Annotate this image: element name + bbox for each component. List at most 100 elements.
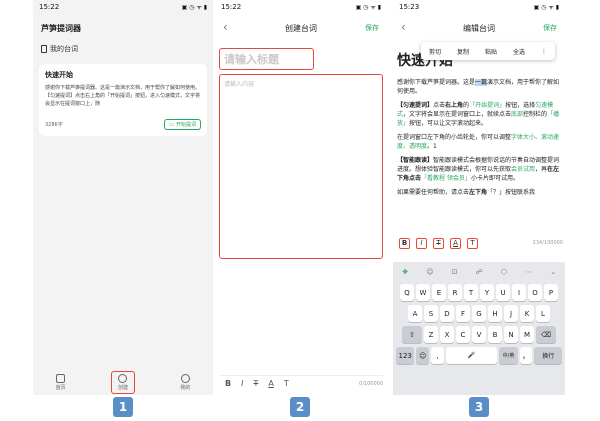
key-j[interactable]: J xyxy=(504,305,518,322)
nav-create-label: 创建 xyxy=(117,384,128,391)
script-card[interactable]: 快速开始 感谢你下载芦笋提词器。这是一篇演示文档，用于帮你了解如何使用。【匀速提… xyxy=(39,64,207,136)
status-time: 15:23 xyxy=(399,3,420,11)
nav-home-label: 首页 xyxy=(55,384,66,391)
save-button[interactable]: 保存 xyxy=(543,23,557,33)
more-icon[interactable]: ⋯ xyxy=(525,268,532,276)
status-time: 15:22 xyxy=(39,3,60,11)
key-s[interactable]: S xyxy=(424,305,438,322)
text-run: 控制栏的 xyxy=(523,111,548,118)
paragraph: 感谢你下载芦笋提词器。这是一篇演示文档，用于帮你了解如何使用。 xyxy=(397,78,561,96)
text-run: 点击 xyxy=(433,102,446,109)
language-switch-key[interactable]: 中/英 xyxy=(499,347,518,364)
key-l[interactable]: L xyxy=(536,305,550,322)
char-count: 234/100000 xyxy=(532,240,563,246)
text-run: ，文字将会显示在提词窗口上，就续点击 xyxy=(403,111,512,118)
status-icons: ▣ ◷ ᯤ ▮ xyxy=(533,4,559,11)
title-input[interactable]: 请输入标题 xyxy=(219,48,314,70)
nav-mine[interactable]: 我的 xyxy=(180,373,190,391)
key-d[interactable]: D xyxy=(440,305,454,322)
paragraph: 如果需要任何帮助，请点击左下角「？」按钮联系我 xyxy=(397,188,561,197)
key-c[interactable]: C xyxy=(456,326,470,343)
nav-create[interactable]: 创建 xyxy=(110,370,135,394)
key-f[interactable]: F xyxy=(456,305,470,322)
status-time: 15:22 xyxy=(221,3,242,11)
numbers-key[interactable]: 123 xyxy=(396,347,415,364)
format-toolbar: B I T A T 0/100000 xyxy=(219,375,383,391)
bold-button[interactable]: B xyxy=(225,379,231,388)
keyboard-row-1: Q W E R T Y U I O P xyxy=(396,284,562,301)
key-m[interactable]: M xyxy=(520,326,534,343)
status-icons: ▣ ◷ ᯤ ▮ xyxy=(355,4,381,11)
page-title: 编辑台词 xyxy=(463,23,495,33)
key-k[interactable]: K xyxy=(520,305,534,322)
text-run: 感谢你下载芦笋提词器。这是 xyxy=(397,79,476,86)
strikethrough-button[interactable]: T xyxy=(253,379,258,388)
select-all-menu-item[interactable]: 全选 xyxy=(513,47,525,56)
script-body[interactable]: 感谢你下载芦笋提词器。这是一篇演示文档，用于帮你了解如何使用。 【匀速提词】点击… xyxy=(393,70,565,197)
key-y[interactable]: Y xyxy=(480,284,494,301)
text-color-button[interactable]: A xyxy=(268,379,273,388)
enter-key[interactable]: 换行 xyxy=(534,347,562,364)
bold-button[interactable]: B xyxy=(399,237,410,249)
ime-logo-icon[interactable]: ❖ xyxy=(402,268,408,276)
italic-button[interactable]: I xyxy=(416,237,427,249)
key-g[interactable]: G xyxy=(472,305,486,322)
clipboard-icon[interactable]: ⊡ xyxy=(452,268,458,276)
script-card-title: 快速开始 xyxy=(45,71,73,79)
key-v[interactable]: V xyxy=(472,326,486,343)
text-run: 【智能跟读】 xyxy=(397,157,434,164)
key-z[interactable]: Z xyxy=(424,326,438,343)
copy-menu-item[interactable]: 复制 xyxy=(457,47,469,56)
key-n[interactable]: N xyxy=(504,326,518,343)
script-card-preview: 感谢你下载芦笋提词器。这是一篇演示文档，用于帮你了解如何使用。【匀速提词】点击右… xyxy=(45,85,201,107)
voice-icon[interactable]: ☍ xyxy=(476,268,483,276)
key-w[interactable]: W xyxy=(416,284,430,301)
start-prompt-button[interactable]: ▭ 开始提词 xyxy=(164,119,201,130)
paste-menu-item[interactable]: 粘贴 xyxy=(485,47,497,56)
save-button[interactable]: 保存 xyxy=(365,23,379,33)
key-o[interactable]: O xyxy=(528,284,542,301)
format-toolbar: B I T A T 234/100000 xyxy=(395,236,563,250)
emoji-key[interactable]: ☺ xyxy=(416,347,430,364)
app-bar: 芦笋提词器 xyxy=(33,14,213,42)
key-r[interactable]: R xyxy=(448,284,462,301)
key-h[interactable]: H xyxy=(488,305,502,322)
app-bar: ‹ 编辑台词 保存 xyxy=(393,14,565,42)
nav-home[interactable]: 首页 xyxy=(55,373,66,391)
status-bar: 15:22 ▣ ◷ ᯤ ▮ xyxy=(215,0,387,14)
skin-icon[interactable]: ⬡ xyxy=(501,268,507,276)
app-title: 芦笋提词器 xyxy=(41,23,81,33)
key-x[interactable]: X xyxy=(440,326,454,343)
key-q[interactable]: Q xyxy=(400,284,414,301)
period-key[interactable]: 。 xyxy=(519,347,533,364)
shift-key[interactable]: ⇧ xyxy=(402,326,422,343)
paragraph: 【智能跟读】智能跟读模式会根据你说话的节奏自动调整提词进度。想体验智能跟读模式，… xyxy=(397,156,561,183)
backspace-key[interactable]: ⌫ xyxy=(536,326,556,343)
keyboard-row-4: 123 ☺ , 🎤 中/英 。 换行 xyxy=(396,347,562,364)
text-run: 「看教程 领会员」 xyxy=(421,175,471,182)
start-prompt-label: 开始提词 xyxy=(175,122,196,128)
cut-menu-item[interactable]: 剪切 xyxy=(429,47,441,56)
text-color-button[interactable]: A xyxy=(450,237,461,249)
content-input[interactable]: 请输入内容 xyxy=(219,74,383,259)
key-a[interactable]: A xyxy=(408,305,422,322)
step-badge-2: 2 xyxy=(290,397,310,417)
key-u[interactable]: U xyxy=(496,284,510,301)
emoji-icon[interactable]: ☺ xyxy=(426,268,433,276)
clear-format-button[interactable]: T xyxy=(284,379,289,388)
char-count: 0/100000 xyxy=(359,380,383,387)
key-t[interactable]: T xyxy=(464,284,478,301)
more-icon[interactable]: ⋮ xyxy=(541,48,547,55)
space-key[interactable]: 🎤 xyxy=(446,347,498,364)
clear-format-button[interactable]: T xyxy=(467,237,478,249)
strikethrough-button[interactable]: T xyxy=(433,237,444,249)
keyboard-row-2: A S D F G H J K L xyxy=(396,305,562,322)
italic-button[interactable]: I xyxy=(241,379,243,388)
text-run: 「？」按钮联系我 xyxy=(487,189,536,196)
key-p[interactable]: P xyxy=(544,284,558,301)
comma-key[interactable]: , xyxy=(431,347,444,364)
key-e[interactable]: E xyxy=(432,284,446,301)
collapse-keyboard-icon[interactable]: ⌄ xyxy=(550,268,556,276)
key-b[interactable]: B xyxy=(488,326,502,343)
key-i[interactable]: I xyxy=(512,284,526,301)
